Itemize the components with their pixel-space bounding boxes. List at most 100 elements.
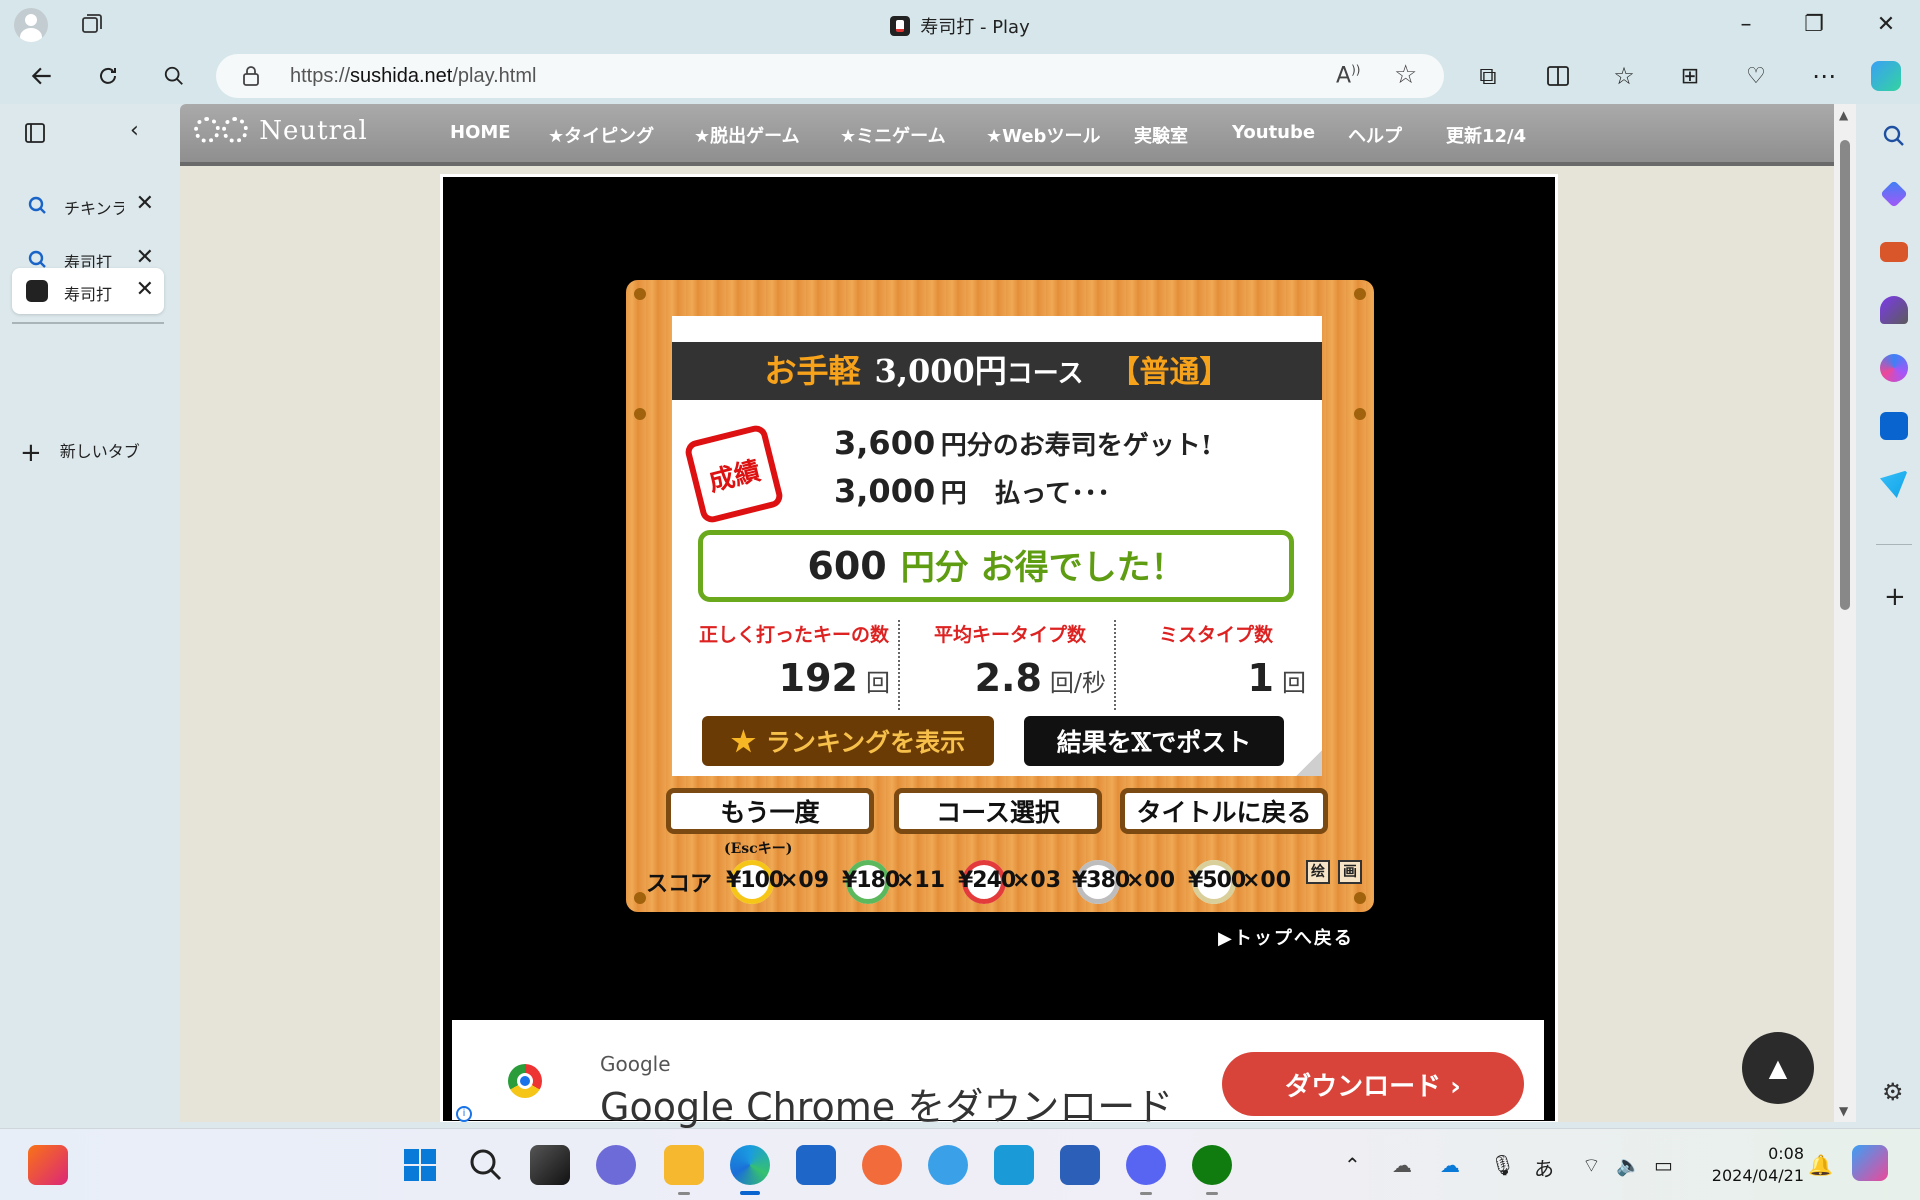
more-options-icon[interactable]: ⋯ [1806,58,1842,94]
volume-icon[interactable]: 🔈 [1616,1153,1641,1177]
copilot-icon[interactable] [1868,58,1904,94]
tab-chicken[interactable]: チキンラ ✕ [12,182,164,228]
outlook-icon[interactable] [1880,412,1908,440]
back-to-top-link[interactable]: ▶トップへ戻る [1218,924,1354,950]
url-text[interactable]: https://sushida.net/play.html [290,65,536,88]
retry-button[interactable]: もう一度 [666,788,874,834]
tools-briefcase-icon[interactable] [1880,242,1908,262]
ime-indicator[interactable]: あ [1534,1153,1554,1182]
stat-unit: 回/秒 [1049,669,1106,697]
favorite-star-icon[interactable]: ☆ [1394,60,1417,90]
back-to-title-button[interactable]: タイトルに戻る [1120,788,1328,834]
teams-chat-icon[interactable] [596,1145,636,1185]
collapse-tabs-icon[interactable]: ‹ [130,118,139,143]
page-scrollbar[interactable]: ▲ ▼ [1834,104,1856,1122]
split-screen-icon[interactable] [1540,58,1576,94]
menu-youtube[interactable]: Youtube [1232,122,1315,143]
refresh-button[interactable] [90,58,126,94]
copilot-pre-icon[interactable] [1852,1145,1888,1181]
mini-icon-right[interactable]: 画 [1338,860,1362,884]
paint-icon[interactable] [994,1145,1034,1185]
ad-banner[interactable]: Google Google Chrome をダウンロード ダウンロード › i [452,1020,1544,1129]
ad-download-button[interactable]: ダウンロード › [1222,1052,1524,1116]
up-triangle-icon: ▲ [1768,1054,1788,1082]
send-icon[interactable] [1880,470,1908,498]
post-to-x-button[interactable]: 結果を𝕏でポスト [1024,716,1284,766]
microsoft365-icon[interactable] [1880,354,1908,382]
edge-browser-icon[interactable] [730,1145,770,1195]
shopping-tag-icon[interactable] [1880,180,1908,208]
scroll-to-top-button[interactable]: ▲ [1742,1032,1814,1104]
menu-mini-game[interactable]: ★ミニゲーム [840,122,946,148]
show-hidden-icons-icon[interactable]: ⌃ [1344,1153,1361,1177]
new-tab-button[interactable]: + 新しいタブ [20,438,140,468]
menu-lab[interactable]: 実験室 [1134,122,1188,148]
wifi-icon[interactable]: ⌔ [1582,1153,1601,1178]
course-select-label: コース選択 [936,798,1060,827]
show-ranking-button[interactable]: ★ ランキングを表示 [702,716,994,766]
scroll-up-icon[interactable]: ▲ [1839,108,1848,122]
minimize-button[interactable]: – [1722,6,1770,42]
collections-icon[interactable]: ⊞ [1672,58,1708,94]
search-button[interactable] [156,58,192,94]
restore-button[interactable]: ❐ [1790,6,1838,42]
menu-typing[interactable]: ★タイピング [548,122,654,148]
close-tab-icon[interactable]: ✕ [136,277,154,302]
menu-web-tools[interactable]: ★Webツール [986,122,1100,148]
scroll-thumb[interactable] [1840,140,1850,610]
microphone-icon[interactable]: 🎙 [1490,1153,1515,1177]
browser-essentials-icon[interactable]: ♡ [1738,58,1774,94]
favorites-icon[interactable]: ☆ [1606,58,1642,94]
close-window-button[interactable]: ✕ [1862,6,1910,42]
tab-actions-icon[interactable] [24,122,46,144]
notification-bell-icon[interactable]: 🔔 [1808,1153,1833,1177]
widgets-icon[interactable] [28,1145,68,1185]
onedrive-gray-icon[interactable]: ☁ [1392,1153,1412,1177]
stat-correct-keys: 正しく打ったキーの数 192 回 [690,620,900,710]
course-select-button[interactable]: コース選択 [894,788,1102,834]
result-stamp: 成績 [683,423,785,525]
scroll-down-icon[interactable]: ▼ [1839,1104,1848,1118]
add-sidebar-app-icon[interactable]: + [1884,582,1906,612]
close-tab-icon[interactable]: ✕ [136,245,154,270]
profit-text: 円分 お得でした！ [900,548,1185,588]
xbox-icon[interactable] [1192,1145,1232,1195]
clock[interactable]: 0:08 2024/04/21 [1700,1143,1804,1187]
lock-icon[interactable] [242,66,260,86]
mini-icon-left[interactable]: 绘 [1306,860,1330,884]
taskbar-search-icon[interactable] [466,1145,506,1185]
course-price: 3,000円 [874,352,1007,390]
search-icon[interactable] [1882,124,1906,148]
discord-icon[interactable] [1126,1145,1166,1195]
tab-sushida-play[interactable]: 寿司打 ✕ [12,268,164,314]
mail-icon[interactable] [862,1145,902,1185]
site-logo[interactable]: Neutral [194,116,368,146]
file-explorer-icon[interactable] [664,1145,704,1195]
settings-gear-icon[interactable]: ⚙ [1882,1078,1904,1106]
store-icon[interactable] [796,1145,836,1185]
task-view-icon[interactable] [530,1145,570,1185]
ad-info-icon[interactable]: i [456,1106,472,1122]
menu-help[interactable]: ヘルプ [1348,122,1402,148]
menu-home[interactable]: HOME [450,122,511,143]
menu-app-icon[interactable] [928,1145,968,1185]
score-bar: スコア ¥100 ×09 ¥180 ×11 ¥240 ×03 ¥380 ×00 ¥500… [646,860,1366,904]
stat-value: 2.8 回/秒 [975,656,1106,700]
word-icon[interactable] [1060,1145,1100,1185]
address-bar[interactable]: https://sushida.net/play.html A)) ☆ [216,54,1444,98]
onedrive-icon[interactable]: ☁ [1440,1153,1460,1177]
new-tab-label: 新しいタブ [59,442,140,461]
extensions-icon[interactable]: ⧉ [1470,58,1506,94]
games-chess-icon[interactable] [1880,296,1908,324]
menu-escape-game[interactable]: ★脱出ゲーム [694,122,800,148]
stat-label: 平均キータイプ数 [933,624,1086,646]
title-bar: 寿司打 - Play – ❐ ✕ [0,0,1920,48]
tab-label: 寿司打 [64,285,113,304]
battery-icon[interactable]: ▭ [1654,1153,1673,1177]
read-aloud-icon[interactable]: A)) [1336,63,1360,88]
start-windows-icon[interactable] [400,1145,440,1185]
clock-date: 2024/04/21 [1711,1166,1804,1185]
back-button[interactable] [24,58,60,94]
close-tab-icon[interactable]: ✕ [136,191,154,216]
menu-update[interactable]: 更新12/4 [1446,122,1526,148]
